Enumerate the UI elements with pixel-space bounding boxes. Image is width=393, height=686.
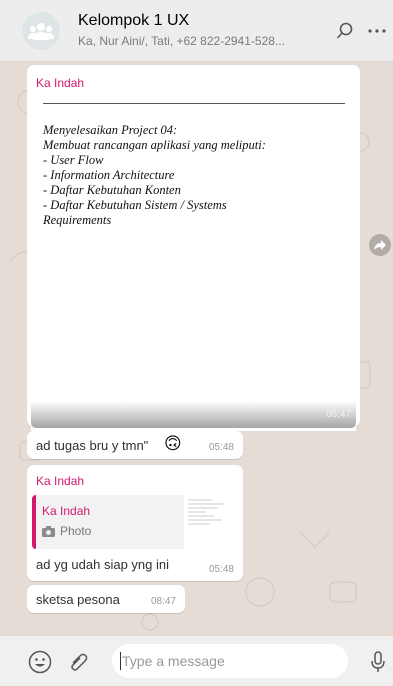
document-line: Requirements: [43, 213, 112, 227]
document-divider: [43, 103, 345, 104]
reply-message[interactable]: Ka Indah Ka Indah Photo ad yg udah siap …: [27, 465, 243, 581]
message-sender[interactable]: Ka Indah: [36, 76, 84, 90]
chat-participants[interactable]: Ka, Nur Aini/, Tati, +62 822-2941-528...: [78, 34, 308, 48]
message-time: 05:48: [208, 564, 234, 575]
chat-title[interactable]: Kelompok 1 UX: [78, 12, 189, 30]
document-line: Membuat rancangan aplikasi yang meliputi…: [43, 138, 266, 152]
attach-icon[interactable]: [66, 650, 90, 674]
more-icon[interactable]: [366, 20, 388, 42]
document-footer-shade: [31, 401, 356, 428]
document-text: Menyelesaikan Project 04: Membuat rancan…: [43, 123, 266, 228]
chat-header[interactable]: Kelompok 1 UX Ka, Nur Aini/, Tati, +62 8…: [0, 0, 393, 62]
quoted-message[interactable]: Ka Indah Photo: [32, 495, 238, 549]
group-avatar-icon[interactable]: [22, 12, 60, 50]
message-text: ad yg udah siap yng ini: [36, 557, 169, 572]
message-composer[interactable]: Type a message: [0, 636, 393, 686]
message-sender[interactable]: Ka Indah: [36, 474, 84, 488]
document-line: - Daftar Kebutuhan Sistem / Systems: [43, 198, 227, 212]
document-line: - User Flow: [43, 153, 104, 167]
message-time: 05:47: [325, 409, 351, 420]
document-message[interactable]: Ka Indah Menyelesaikan Project 04: Membu…: [27, 65, 360, 431]
photo-thumbnail: [184, 495, 238, 549]
search-icon[interactable]: [334, 20, 356, 42]
chat-area[interactable]: Ka Indah Menyelesaikan Project 04: Membu…: [0, 62, 393, 636]
document-preview[interactable]: Menyelesaikan Project 04: Membuat rancan…: [31, 89, 356, 431]
message-text: sketsa pesona: [36, 592, 120, 607]
forward-icon[interactable]: [369, 234, 391, 256]
quoted-sender: Ka Indah: [42, 504, 91, 518]
emoji-icon[interactable]: [28, 650, 52, 674]
message-text: ad tugas bru y tmn": [36, 438, 149, 453]
message-input[interactable]: Type a message: [112, 644, 348, 678]
document-line: - Information Architecture: [43, 168, 175, 182]
document-line: - Daftar Kebutuhan Konten: [43, 183, 181, 197]
message-time: 08:47: [150, 596, 176, 607]
text-message[interactable]: sketsa pesona 08:47: [27, 585, 185, 613]
upside-down-face-emoji: 🙃: [164, 434, 182, 453]
quoted-photo-label: Photo: [42, 524, 91, 538]
document-line: Menyelesaikan Project 04:: [43, 123, 178, 137]
camera-icon: [42, 525, 55, 537]
quoted-label: Photo: [60, 524, 92, 538]
text-message[interactable]: ad tugas bru y tmn" 🙃 05:48: [27, 431, 243, 459]
message-time: 05:48: [208, 442, 234, 453]
microphone-icon[interactable]: [366, 650, 390, 674]
